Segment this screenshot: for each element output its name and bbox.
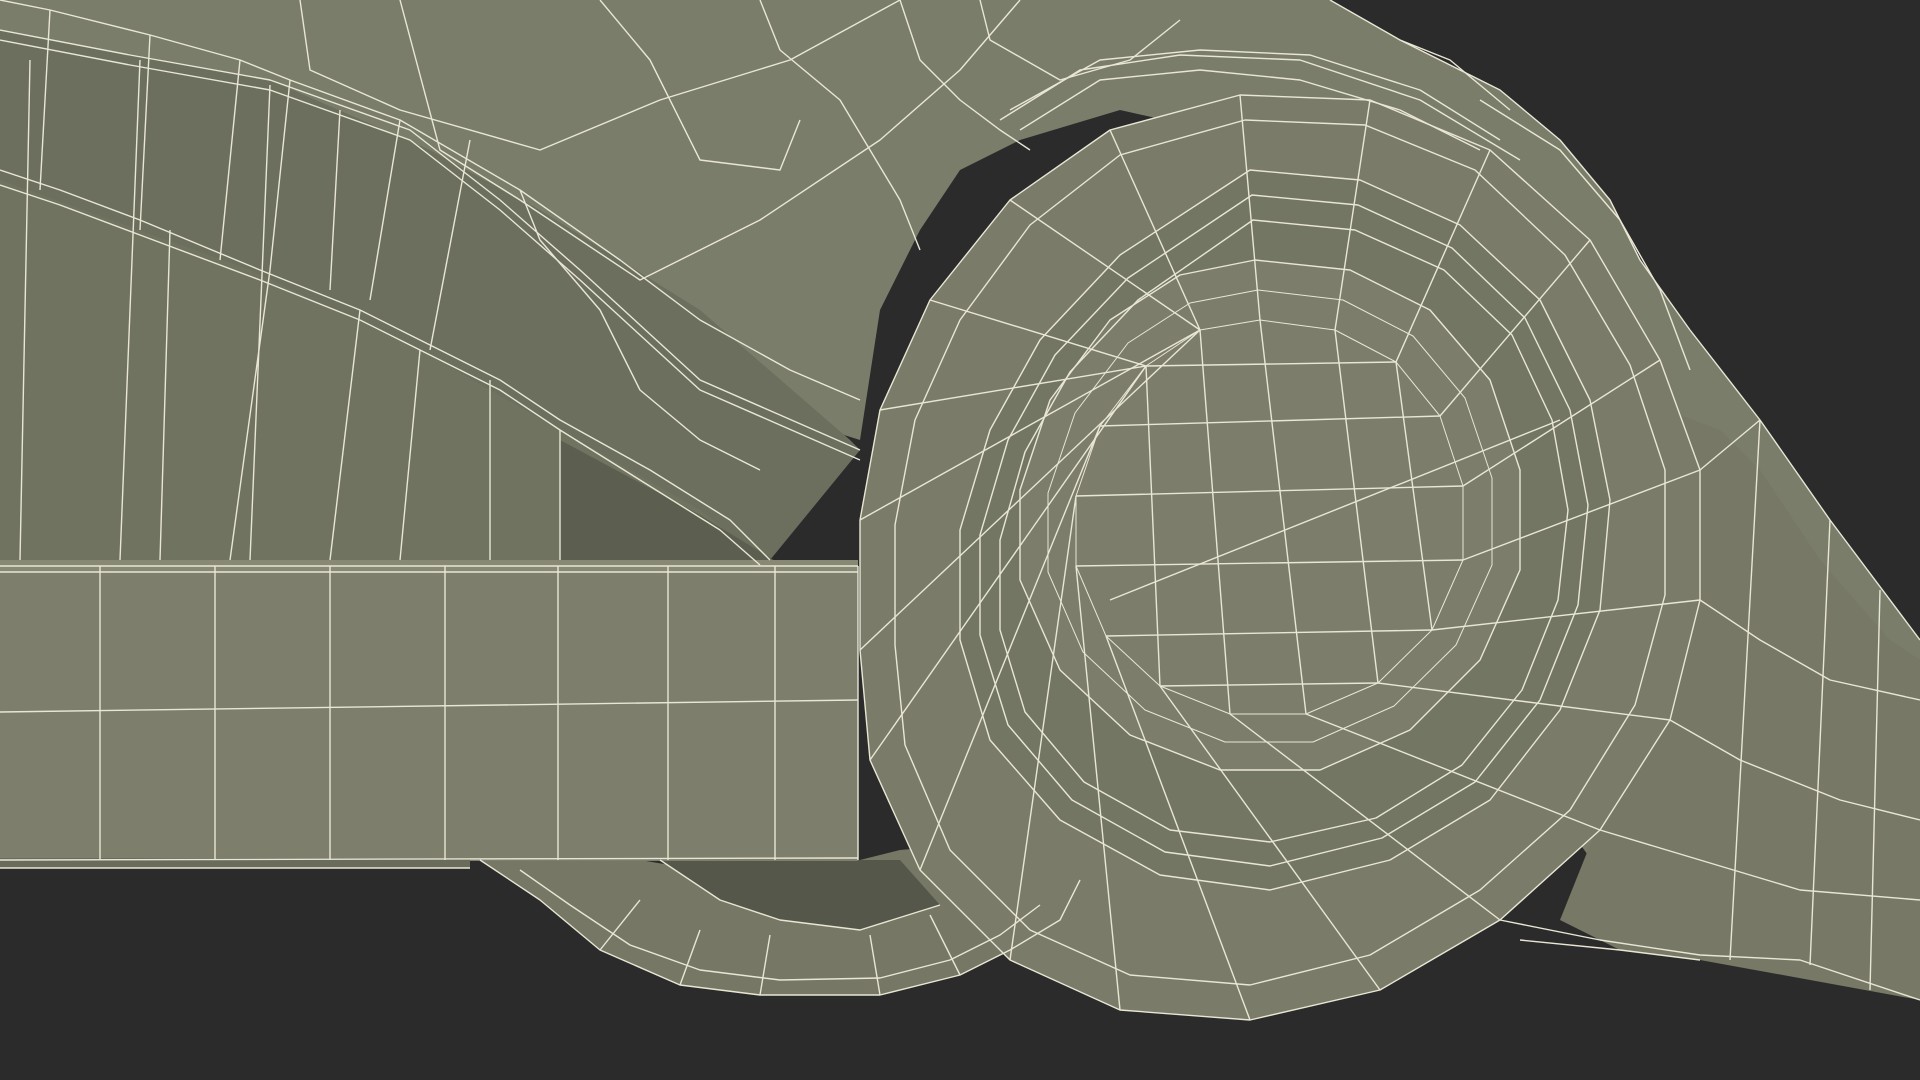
wireframe-render — [0, 0, 1920, 1080]
render-viewport — [0, 0, 1920, 1080]
bumper-beam-face — [0, 566, 858, 861]
bumper-beam — [0, 560, 858, 868]
